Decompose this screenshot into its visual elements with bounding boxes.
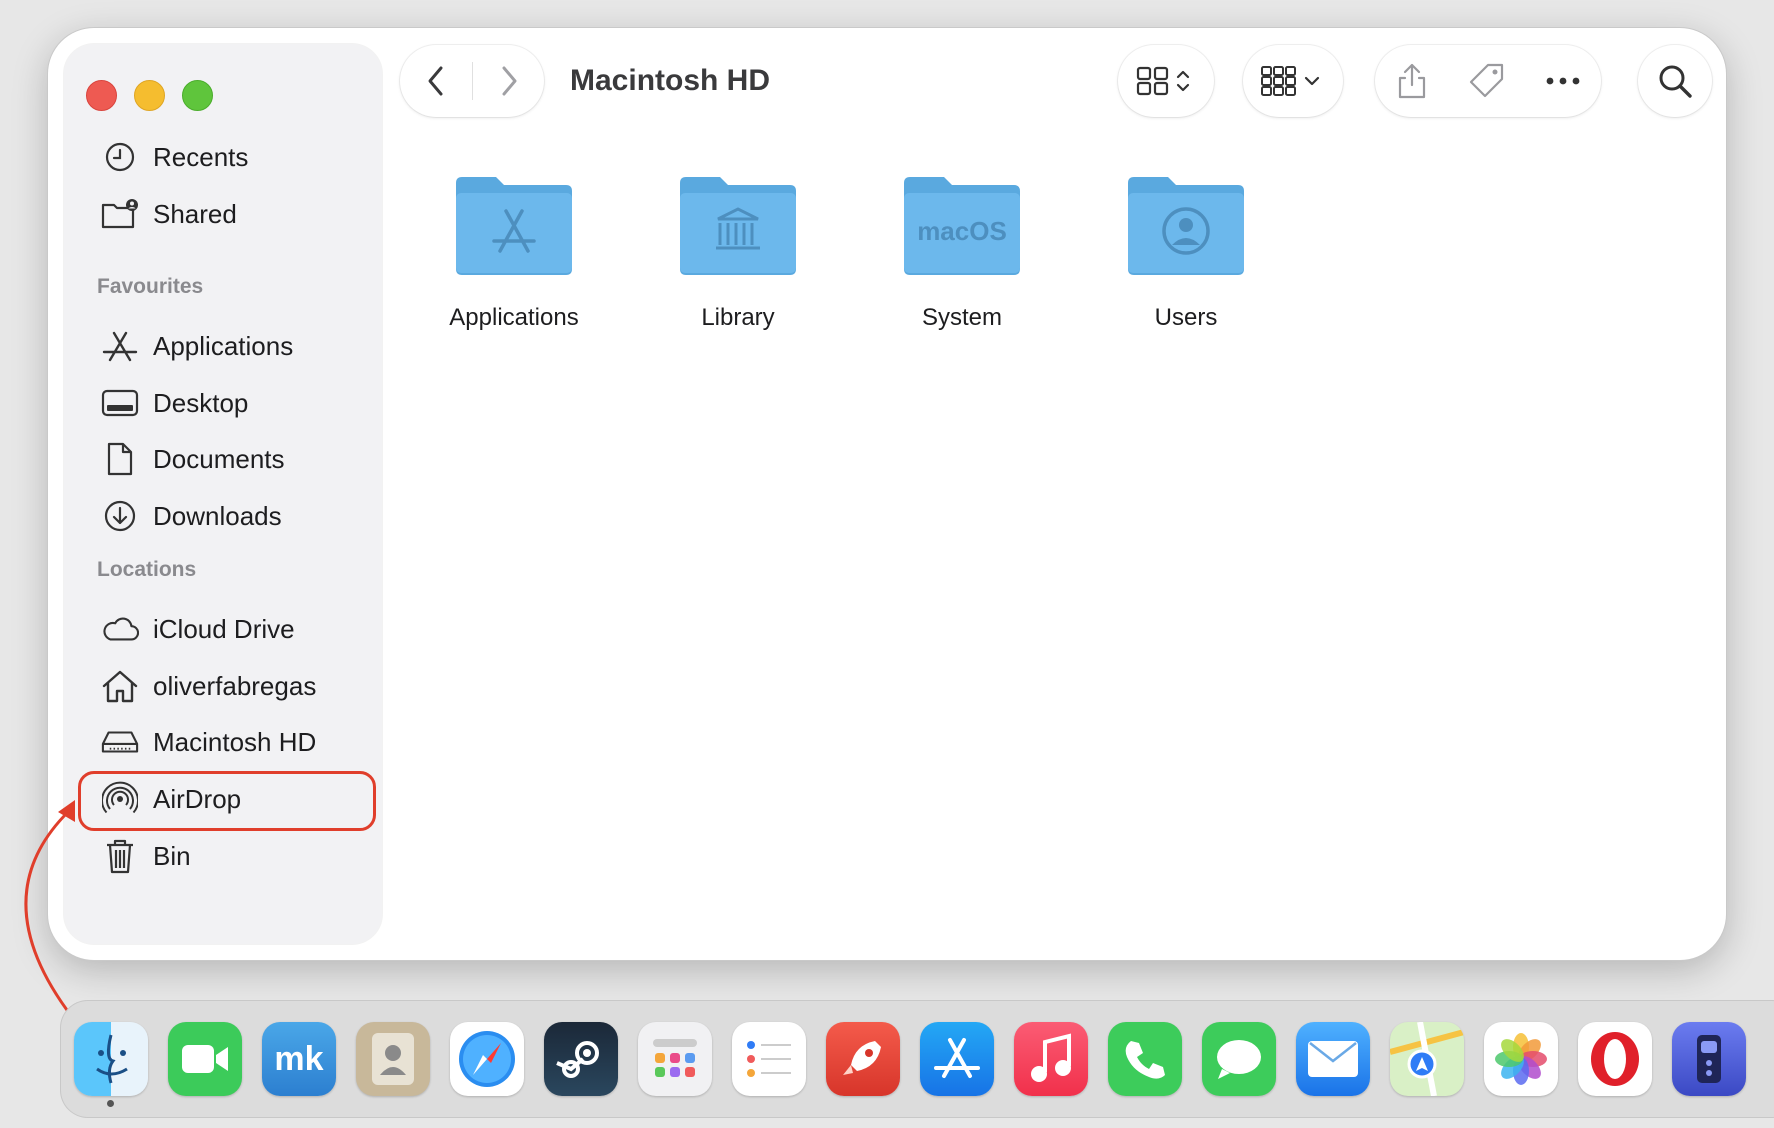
remote-app-icon[interactable] xyxy=(1672,1022,1746,1096)
music-app-icon[interactable] xyxy=(1014,1022,1088,1096)
photos-app-icon[interactable] xyxy=(1484,1022,1558,1096)
opera-app-icon[interactable] xyxy=(1578,1022,1652,1096)
app-store-app-icon[interactable] xyxy=(920,1022,994,1096)
launchpad-app-icon[interactable] xyxy=(638,1022,712,1096)
mail-app-icon[interactable] xyxy=(1296,1022,1370,1096)
reminders-app-icon[interactable] xyxy=(732,1022,806,1096)
messages-app-icon[interactable] xyxy=(1202,1022,1276,1096)
steam-app-icon[interactable] xyxy=(544,1022,618,1096)
safari-app-icon[interactable] xyxy=(450,1022,524,1096)
running-indicator xyxy=(107,1100,114,1107)
maps-app-icon[interactable] xyxy=(1390,1022,1464,1096)
phone-app-icon[interactable] xyxy=(1108,1022,1182,1096)
finder-app-icon[interactable] xyxy=(74,1022,148,1096)
facetime-app-icon[interactable] xyxy=(168,1022,242,1096)
annotation-arrow xyxy=(24,800,78,1023)
contacts-app-icon[interactable] xyxy=(356,1022,430,1096)
mk-app-icon[interactable]: mk xyxy=(262,1022,336,1096)
rocket-app-icon[interactable] xyxy=(826,1022,900,1096)
mk-label: mk xyxy=(274,1039,324,1078)
